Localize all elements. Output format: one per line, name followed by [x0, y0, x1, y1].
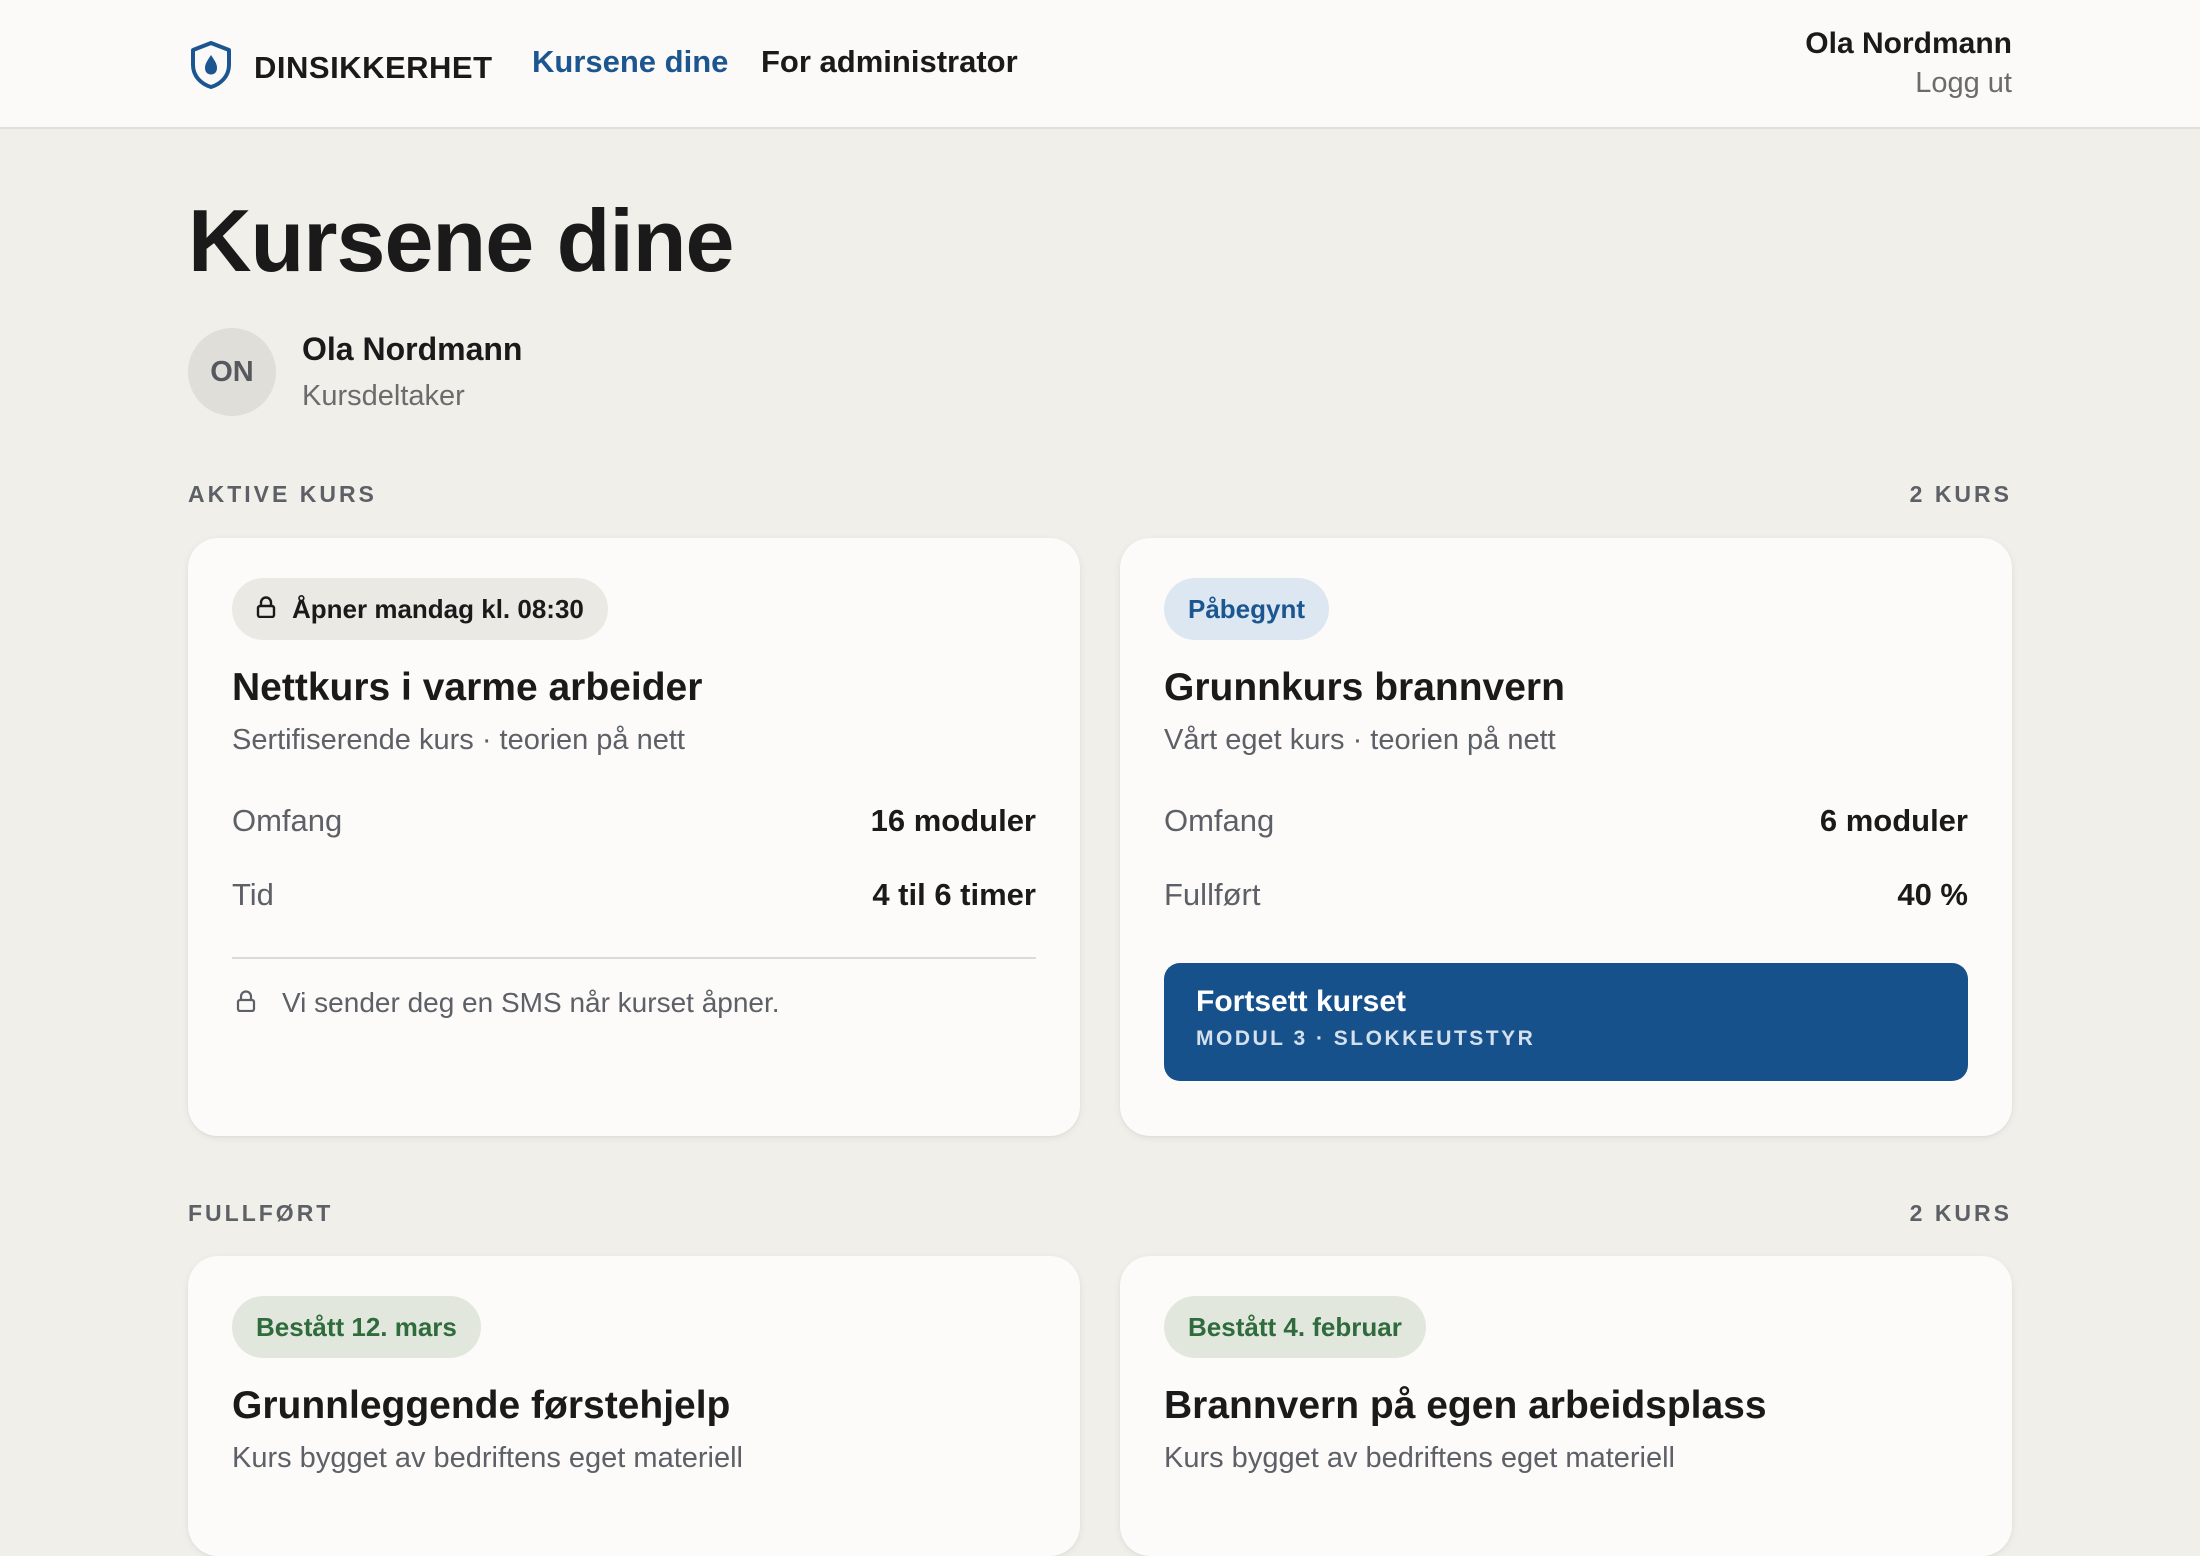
card-divider	[232, 957, 1036, 959]
sms-notice: Vi sender deg en SMS når kurset åpner.	[232, 987, 1036, 1019]
course-time-row: Tid 4 til 6 timer	[232, 877, 1036, 913]
course-title: Brannvern på egen arbeidsplass	[1164, 1384, 1767, 1427]
status-badge-in-progress: Påbegynt	[1164, 578, 1330, 640]
sms-notice-text: Vi sender deg en SMS når kurset åpner.	[282, 987, 780, 1018]
avatar: ON	[188, 328, 276, 416]
profile-name: Ola Nordmann	[302, 331, 523, 367]
nav-link-administrator[interactable]: For administrator	[761, 44, 1018, 80]
header-user-name: Ola Nordmann	[1805, 27, 2012, 60]
nav-link-my-courses[interactable]: Kursene dine	[532, 44, 728, 80]
course-subtitle: Kurs bygget av bedriftens eget materiell	[1164, 1442, 1675, 1474]
status-badge-label: Åpner mandag kl. 08:30	[292, 593, 584, 624]
section-title-active: AKTIVE KURS	[188, 481, 377, 507]
top-navigation-bar: DINSIKKERHET Kursene dine For administra…	[0, 0, 2200, 129]
lock-icon	[232, 987, 282, 1019]
continue-course-label: Fortsett kurset	[1196, 985, 1407, 1018]
status-badge-passed: Bestått 4. februar	[1164, 1296, 1426, 1358]
status-badge-passed: Bestått 12. mars	[232, 1296, 481, 1358]
section-title-completed: FULLFØRT	[188, 1200, 334, 1226]
status-badge-label: Bestått 12. mars	[256, 1311, 457, 1342]
scope-label: Omfang	[1164, 803, 1275, 838]
course-subtitle: Sertifiserende kurs · teorien på nett	[232, 724, 685, 756]
lock-icon	[256, 594, 292, 625]
continue-course-module: MODUL 3 · SLOKKEUTSTYR	[1196, 1027, 1536, 1050]
course-scope-row: Omfang 16 moduler	[232, 803, 1036, 839]
time-label: Tid	[232, 877, 274, 912]
page-title: Kursene dine	[188, 191, 734, 290]
user-menu: Ola Nordmann Logg ut	[1805, 27, 2012, 100]
brand-logo[interactable]: DINSIKKERHET	[188, 40, 493, 95]
status-badge-label: Påbegynt	[1188, 593, 1306, 624]
course-scope-row: Omfang 6 moduler	[1164, 803, 1968, 839]
continue-course-button[interactable]: Fortsett kurset MODUL 3 · SLOKKEUTSTYR	[1164, 963, 1968, 1081]
course-card-fire-safety-basics: Påbegynt Grunnkurs brannvern Vårt eget k…	[1120, 538, 2012, 1136]
progress-value: 40 %	[1897, 877, 1968, 912]
course-subtitle: Vårt eget kurs · teorien på nett	[1164, 724, 1556, 756]
course-title: Nettkurs i varme arbeider	[232, 666, 703, 709]
course-subtitle: Kurs bygget av bedriftens eget materiell	[232, 1442, 743, 1474]
profile-role: Kursdeltaker	[302, 380, 465, 412]
shield-icon	[188, 40, 234, 95]
section-header-completed: FULLFØRT 2 KURS	[188, 1200, 2012, 1227]
brand-name: DINSIKKERHET	[254, 49, 493, 85]
logout-link[interactable]: Logg ut	[1805, 67, 2012, 100]
section-count-active: 2 KURS	[1909, 481, 2012, 507]
section-count-completed: 2 KURS	[1909, 1200, 2012, 1226]
scope-label: Omfang	[232, 803, 343, 838]
time-value: 4 til 6 timer	[872, 877, 1036, 912]
scope-value: 6 moduler	[1819, 803, 1968, 838]
course-card-workplace-fire-safety[interactable]: Bestått 4. februar Brannvern på egen arb…	[1120, 1256, 2012, 1556]
status-badge-label: Bestått 4. februar	[1188, 1311, 1402, 1342]
course-card-first-aid[interactable]: Bestått 12. mars Grunnleggende førstehje…	[188, 1256, 1080, 1556]
course-progress-row: Fullført 40 %	[1164, 877, 1968, 913]
section-header-active: AKTIVE KURS 2 KURS	[188, 481, 2012, 508]
progress-label: Fullført	[1164, 877, 1261, 912]
status-badge-scheduled: Åpner mandag kl. 08:30	[232, 578, 608, 640]
course-card-hot-work: Åpner mandag kl. 08:30 Nettkurs i varme …	[188, 538, 1080, 1136]
course-title: Grunnleggende førstehjelp	[232, 1384, 731, 1427]
scope-value: 16 moduler	[870, 803, 1036, 838]
course-title: Grunnkurs brannvern	[1164, 666, 1565, 709]
